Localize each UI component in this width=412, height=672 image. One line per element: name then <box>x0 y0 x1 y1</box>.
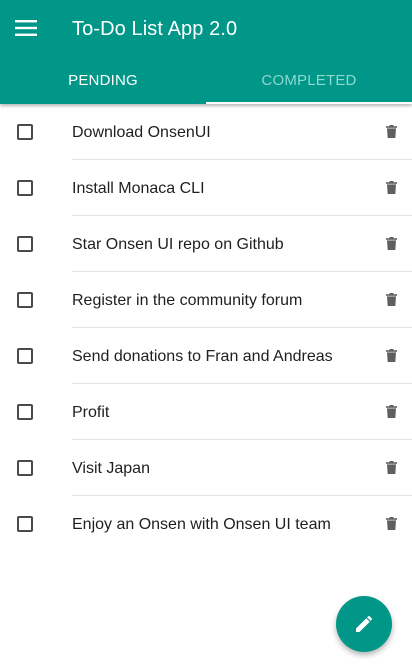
task-checkbox[interactable] <box>17 404 33 420</box>
task-label: Star Onsen UI repo on Github <box>72 236 284 253</box>
trash-icon <box>385 180 397 194</box>
delete-button[interactable] <box>381 401 401 421</box>
list-item: Download OnsenUI <box>0 104 412 160</box>
trash-icon <box>385 292 397 306</box>
delete-button[interactable] <box>381 233 401 253</box>
trash-icon <box>385 404 397 418</box>
todo-app: To-Do List App 2.0 PENDING COMPLETED Dow… <box>0 0 412 672</box>
tab-completed[interactable]: COMPLETED <box>206 56 412 104</box>
menu-button[interactable] <box>4 6 48 50</box>
list-item: Send donations to Fran and Andreas <box>0 328 412 384</box>
list-item: Visit Japan <box>0 440 412 496</box>
delete-button[interactable] <box>381 177 401 197</box>
task-label: Profit <box>72 404 110 421</box>
list-item: Profit <box>0 384 412 440</box>
hamburger-menu-icon <box>15 20 37 36</box>
list-item: Install Monaca CLI <box>0 160 412 216</box>
tab-indicator <box>206 102 412 104</box>
task-label: Enjoy an Onsen with Onsen UI team <box>72 516 331 533</box>
trash-icon <box>385 236 397 250</box>
trash-icon <box>385 348 397 362</box>
list-item: Star Onsen UI repo on Github <box>0 216 412 272</box>
trash-icon <box>385 124 397 138</box>
task-label: Send donations to Fran and Andreas <box>72 348 333 365</box>
task-label: Install Monaca CLI <box>72 180 205 197</box>
delete-button[interactable] <box>381 457 401 477</box>
list-item: Enjoy an Onsen with Onsen UI team <box>0 496 412 552</box>
edit-fab-button[interactable] <box>336 596 392 652</box>
task-checkbox[interactable] <box>17 348 33 364</box>
list-item-content: Register in the community forum <box>72 272 412 328</box>
list-item-content: Enjoy an Onsen with Onsen UI team <box>72 496 412 552</box>
toolbar: To-Do List App 2.0 <box>0 0 412 56</box>
list-item-content: Visit Japan <box>72 440 412 496</box>
task-checkbox[interactable] <box>17 124 33 140</box>
list-item-content: Send donations to Fran and Andreas <box>72 328 412 384</box>
task-label: Visit Japan <box>72 460 150 477</box>
trash-icon <box>385 460 397 474</box>
list-item: Register in the community forum <box>0 272 412 328</box>
delete-button[interactable] <box>381 289 401 309</box>
task-label: Register in the community forum <box>72 292 303 309</box>
tab-pending[interactable]: PENDING <box>0 56 206 104</box>
task-checkbox[interactable] <box>17 516 33 532</box>
list-item-content: Profit <box>72 384 412 440</box>
delete-button[interactable] <box>381 345 401 365</box>
page-title: To-Do List App 2.0 <box>72 18 238 40</box>
task-checkbox[interactable] <box>17 236 33 252</box>
list-item-content: Install Monaca CLI <box>72 160 412 216</box>
trash-icon <box>385 516 397 530</box>
list-item-content: Star Onsen UI repo on Github <box>72 216 412 272</box>
task-list: Download OnsenUI Install Monaca CLI Star… <box>0 104 412 552</box>
task-checkbox[interactable] <box>17 460 33 476</box>
list-item-content: Download OnsenUI <box>72 104 412 160</box>
task-checkbox[interactable] <box>17 180 33 196</box>
tab-bar: PENDING COMPLETED <box>0 56 412 104</box>
task-label: Download OnsenUI <box>72 124 211 141</box>
delete-button[interactable] <box>381 513 401 533</box>
task-checkbox[interactable] <box>17 292 33 308</box>
pencil-icon <box>356 616 372 632</box>
delete-button[interactable] <box>381 121 401 141</box>
